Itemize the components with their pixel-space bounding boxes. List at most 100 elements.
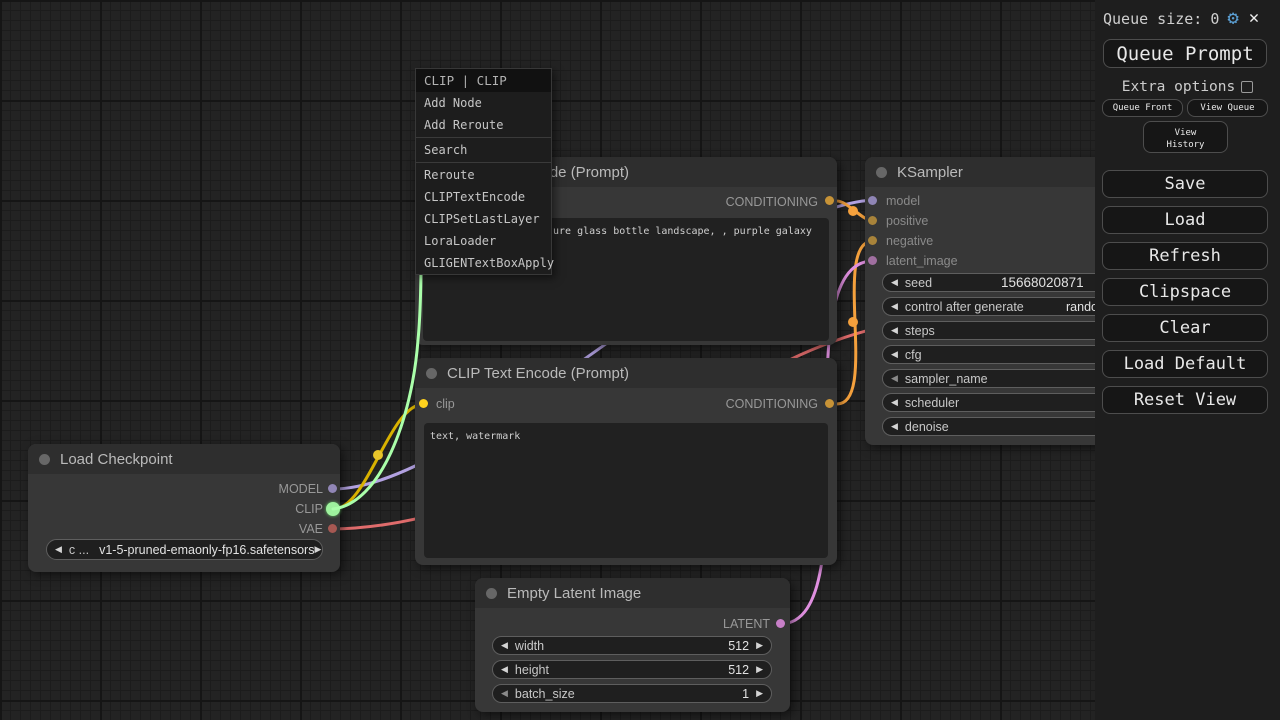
node-empty-latent-image[interactable]: Empty Latent Image LATENT ◀ width 512 ▶ … [475, 578, 790, 712]
arrow-left-icon[interactable]: ◀ [501, 641, 508, 650]
widget-width[interactable]: ◀ width 512 ▶ [492, 636, 772, 655]
widget-height[interactable]: ◀ height 512 ▶ [492, 660, 772, 679]
context-menu: CLIP | CLIP Add Node Add Reroute Search … [415, 68, 552, 275]
output-label-conditioning: CONDITIONING [678, 195, 818, 209]
arrow-left-icon[interactable]: ◀ [501, 689, 508, 698]
input-label-negative: negative [886, 234, 933, 248]
widget-label: steps [905, 324, 935, 338]
output-dot-conditioning[interactable] [825, 196, 834, 205]
load-button[interactable]: Load [1102, 206, 1268, 234]
input-dot-negative[interactable] [868, 236, 877, 245]
output-dot-vae[interactable] [328, 524, 337, 533]
node-status-dot [486, 588, 497, 599]
widget-label: control after generate [905, 300, 1024, 314]
node-status-dot [39, 454, 50, 465]
context-menu-title: CLIP | CLIP [416, 69, 551, 92]
output-dot-latent[interactable] [776, 619, 785, 628]
widget-batch-size[interactable]: ◀ batch_size 1 ▶ [492, 684, 772, 703]
arrow-right-icon[interactable]: ▶ [756, 641, 763, 650]
menu-item-clipsetlastlayer[interactable]: CLIPSetLastLayer [416, 208, 551, 230]
input-label-positive: positive [886, 214, 928, 228]
widget-value: 512 [728, 639, 749, 653]
arrow-right-icon[interactable]: ▶ [314, 545, 321, 554]
input-dot-positive[interactable] [868, 216, 877, 225]
input-dot-clip[interactable] [419, 399, 428, 408]
arrow-right-icon[interactable]: ▶ [756, 689, 763, 698]
extra-options-row: Extra options [1095, 79, 1280, 95]
widget-label: width [515, 639, 544, 653]
node-title-bar[interactable]: CLIP Text Encode (Prompt) [415, 358, 837, 388]
extra-options-checkbox[interactable] [1241, 81, 1253, 93]
widget-label: sampler_name [905, 372, 988, 386]
input-dot-latent-image[interactable] [868, 256, 877, 265]
arrow-left-icon[interactable]: ◀ [891, 350, 898, 359]
menu-item-add-reroute[interactable]: Add Reroute [416, 114, 551, 136]
widget-value: v1-5-pruned-emaonly-fp16.safetensors [99, 543, 314, 557]
menu-item-gligentextboxapply[interactable]: GLIGENTextBoxApply [416, 252, 551, 274]
widget-label: cfg [905, 348, 922, 362]
widget-ckpt-name[interactable]: ◀ c ... v1-5-pruned-emaonly-fp16.safeten… [46, 539, 323, 560]
arrow-left-icon[interactable]: ◀ [891, 374, 898, 383]
menu-item-reroute[interactable]: Reroute [416, 164, 551, 186]
node-title: KSampler [897, 164, 963, 181]
output-label-latent: LATENT [670, 617, 770, 631]
output-label-clip: CLIP [223, 502, 323, 516]
view-queue-button[interactable]: View Queue [1187, 99, 1268, 117]
prompt-text: text, watermark [430, 431, 520, 442]
queue-size-label: Queue size: [1103, 10, 1202, 28]
comfyui-app: Load Checkpoint MODEL CLIP VAE ◀ c ... v… [0, 0, 1280, 720]
node-status-dot [426, 368, 437, 379]
node-clip-text-encode-negative[interactable]: CLIP Text Encode (Prompt) clip CONDITION… [415, 358, 837, 565]
node-title-bar[interactable]: Load Checkpoint [28, 444, 340, 474]
input-label-model: model [886, 194, 920, 208]
load-default-button[interactable]: Load Default [1102, 350, 1268, 378]
settings-gear-icon[interactable]: ⚙ [1227, 9, 1238, 28]
arrow-left-icon[interactable]: ◀ [501, 665, 508, 674]
input-dot-model[interactable] [868, 196, 877, 205]
queue-prompt-button[interactable]: Queue Prompt [1103, 39, 1267, 68]
clipspace-button[interactable]: Clipspace [1102, 278, 1268, 306]
widget-label: batch_size [515, 687, 575, 701]
prompt-textarea[interactable]: text, watermark [424, 423, 828, 558]
close-icon[interactable]: ✕ [1249, 10, 1259, 27]
widget-label: denoise [905, 420, 949, 434]
queue-front-button[interactable]: Queue Front [1102, 99, 1183, 117]
clear-button[interactable]: Clear [1102, 314, 1268, 342]
widget-label: height [515, 663, 549, 677]
menu-item-loraloader[interactable]: LoraLoader [416, 230, 551, 252]
widget-label: seed [905, 276, 932, 290]
input-label-latent-image: latent_image [886, 254, 958, 268]
arrow-left-icon[interactable]: ◀ [891, 398, 898, 407]
menu-separator [416, 137, 551, 138]
extra-options-label: Extra options [1122, 79, 1236, 95]
output-dot-clip[interactable] [326, 502, 340, 516]
output-dot-model[interactable] [328, 484, 337, 493]
widget-label: scheduler [905, 396, 959, 410]
sidebar-header: Queue size: 0 ⚙ ✕ [1095, 0, 1280, 28]
output-label-vae: VAE [223, 522, 323, 536]
view-history-line2: History [1144, 139, 1227, 151]
menu-item-add-node[interactable]: Add Node [416, 92, 551, 114]
view-history-button[interactable]: View History [1143, 121, 1228, 153]
output-label-model: MODEL [223, 482, 323, 496]
node-title: CLIP Text Encode (Prompt) [447, 365, 629, 382]
arrow-right-icon[interactable]: ▶ [756, 665, 763, 674]
save-button[interactable]: Save [1102, 170, 1268, 198]
node-load-checkpoint[interactable]: Load Checkpoint MODEL CLIP VAE ◀ c ... v… [28, 444, 340, 572]
refresh-button[interactable]: Refresh [1102, 242, 1268, 270]
output-label-conditioning: CONDITIONING [678, 397, 818, 411]
output-dot-conditioning[interactable] [825, 399, 834, 408]
arrow-left-icon[interactable]: ◀ [55, 545, 62, 554]
node-title-bar[interactable]: Empty Latent Image [475, 578, 790, 608]
node-title: Load Checkpoint [60, 451, 173, 468]
arrow-left-icon[interactable]: ◀ [891, 302, 898, 311]
arrow-left-icon[interactable]: ◀ [891, 422, 898, 431]
arrow-left-icon[interactable]: ◀ [891, 278, 898, 287]
menu-item-search[interactable]: Search [416, 139, 551, 161]
node-status-dot [876, 167, 887, 178]
menu-item-cliptextencode[interactable]: CLIPTextEncode [416, 186, 551, 208]
widget-value: 15668020871 [1001, 275, 1084, 290]
reset-view-button[interactable]: Reset View [1102, 386, 1268, 414]
widget-value: 512 [728, 663, 749, 677]
arrow-left-icon[interactable]: ◀ [891, 326, 898, 335]
